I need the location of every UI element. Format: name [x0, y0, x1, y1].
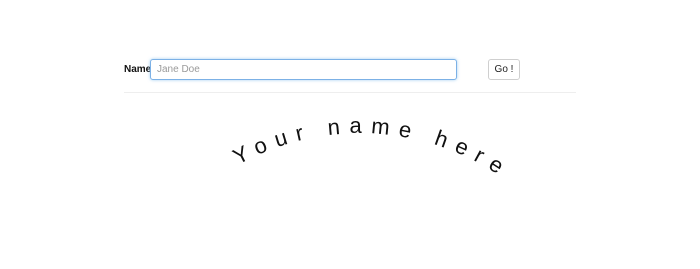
- name-form: Name Go !: [0, 0, 700, 100]
- divider: [124, 92, 576, 93]
- go-button[interactable]: Go !: [488, 59, 520, 80]
- name-label: Name: [124, 64, 152, 75]
- name-input[interactable]: [150, 59, 457, 80]
- curved-name-text: Your name here: [229, 113, 516, 183]
- curved-name-textpath: Your name here: [229, 113, 507, 183]
